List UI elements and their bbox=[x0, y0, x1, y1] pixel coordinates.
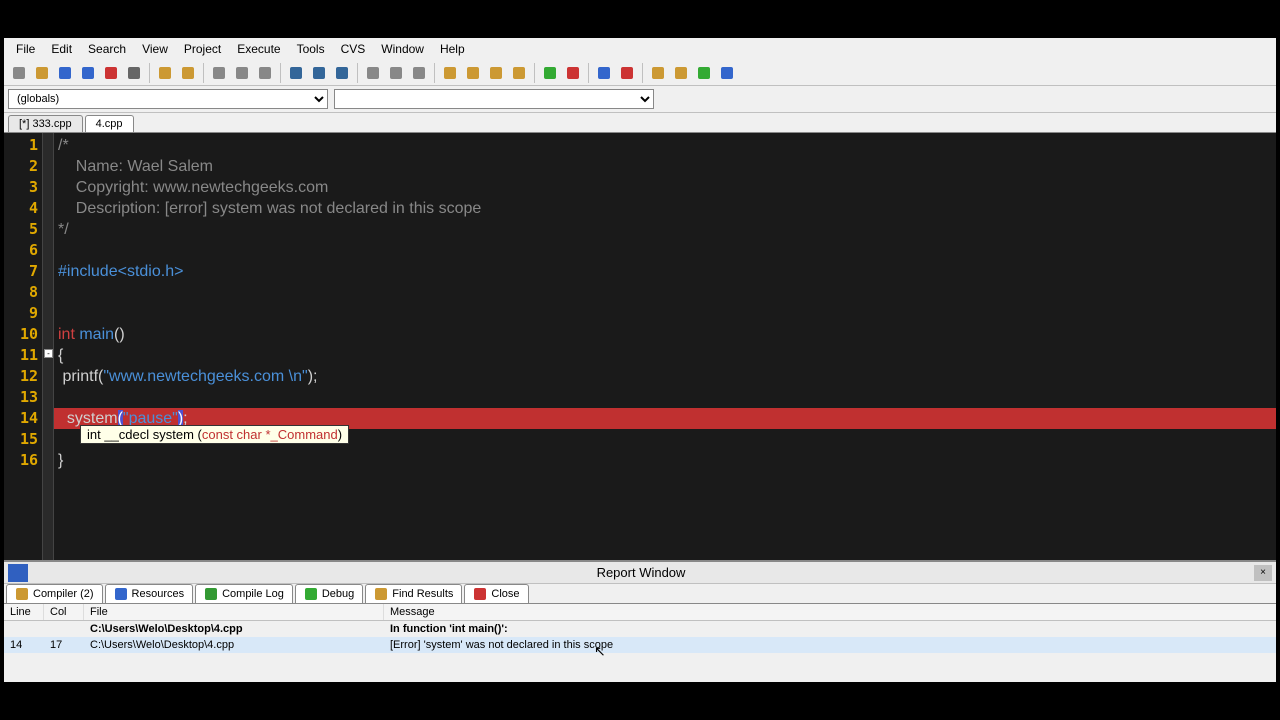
outdent-icon[interactable] bbox=[308, 62, 330, 84]
code-line[interactable]: printf("www.newtechgeeks.com \n"); bbox=[54, 366, 1276, 387]
resources-icon bbox=[114, 587, 128, 601]
menu-search[interactable]: Search bbox=[80, 40, 134, 58]
indent-icon[interactable] bbox=[285, 62, 307, 84]
report-tab-compile-log[interactable]: Compile Log bbox=[195, 584, 293, 603]
grid-4-icon[interactable] bbox=[439, 62, 461, 84]
intellisense-tooltip: int __cdecl system (const char *_Command… bbox=[80, 425, 349, 444]
report-tab-label: Close bbox=[491, 588, 519, 600]
report-tab-label: Find Results bbox=[392, 588, 453, 600]
report-tab-label: Debug bbox=[322, 588, 354, 600]
split-h-icon[interactable] bbox=[462, 62, 484, 84]
col-header-file[interactable]: File bbox=[84, 604, 384, 620]
code-line[interactable]: Description: [error] system was not decl… bbox=[54, 198, 1276, 219]
stop-icon[interactable] bbox=[408, 62, 430, 84]
code-line[interactable] bbox=[54, 387, 1276, 408]
report-tab-find-results[interactable]: Find Results bbox=[365, 584, 462, 603]
report-row[interactable]: C:\Users\Welo\Desktop\4.cppIn function '… bbox=[4, 621, 1276, 637]
file-tab[interactable]: [*] 333.cpp bbox=[8, 115, 83, 132]
report-tab-label: Compile Log bbox=[222, 588, 284, 600]
save-icon[interactable] bbox=[54, 62, 76, 84]
report-tab-resources[interactable]: Resources bbox=[105, 584, 194, 603]
goto-1-icon[interactable] bbox=[647, 62, 669, 84]
report-titlebar: Report Window × bbox=[4, 562, 1276, 584]
forward-icon[interactable] bbox=[385, 62, 407, 84]
code-line[interactable]: } bbox=[54, 450, 1276, 471]
line-number-gutter: 12345678910111213141516 bbox=[4, 133, 42, 560]
code-line[interactable] bbox=[54, 303, 1276, 324]
find-results-icon bbox=[374, 587, 388, 601]
menu-window[interactable]: Window bbox=[373, 40, 432, 58]
new-file-icon[interactable] bbox=[8, 62, 30, 84]
goto-2-icon[interactable] bbox=[670, 62, 692, 84]
split-2x2-icon[interactable] bbox=[485, 62, 507, 84]
close-icon bbox=[473, 587, 487, 601]
report-window-title: Report Window bbox=[28, 565, 1254, 580]
file-tab-bar: [*] 333.cpp4.cpp bbox=[4, 113, 1276, 133]
close-icon[interactable]: × bbox=[1254, 565, 1272, 581]
scope-combo[interactable]: (globals) bbox=[8, 89, 328, 109]
code-line[interactable]: { bbox=[54, 345, 1276, 366]
report-rows: C:\Users\Welo\Desktop\4.cppIn function '… bbox=[4, 621, 1276, 653]
open-file-icon[interactable] bbox=[31, 62, 53, 84]
report-tab-close[interactable]: Close bbox=[464, 584, 528, 603]
ide-window: FileEditSearchViewProjectExecuteToolsCVS… bbox=[4, 38, 1276, 682]
code-line[interactable] bbox=[54, 240, 1276, 261]
code-area[interactable]: /* Name: Wael Salem Copyright: www.newte… bbox=[54, 133, 1276, 560]
fold-column[interactable]: - bbox=[42, 133, 54, 560]
find-icon[interactable] bbox=[208, 62, 230, 84]
compile-icon[interactable] bbox=[539, 62, 561, 84]
replace-icon[interactable] bbox=[231, 62, 253, 84]
code-line[interactable]: Copyright: www.newtechgeeks.com bbox=[54, 177, 1276, 198]
scope-selector-bar: (globals) bbox=[4, 86, 1276, 113]
menu-project[interactable]: Project bbox=[176, 40, 229, 58]
report-tab-bar: Compiler (2) Resources Compile Log Debug Fin… bbox=[4, 584, 1276, 604]
save-all-icon[interactable] bbox=[77, 62, 99, 84]
code-line[interactable]: int main() bbox=[54, 324, 1276, 345]
split-v-icon[interactable] bbox=[508, 62, 530, 84]
debug-start-icon[interactable] bbox=[593, 62, 615, 84]
find-in-files-icon[interactable] bbox=[254, 62, 276, 84]
code-line[interactable] bbox=[54, 282, 1276, 303]
debug-icon bbox=[304, 587, 318, 601]
menu-bar: FileEditSearchViewProjectExecuteToolsCVS… bbox=[4, 38, 1276, 60]
undo-icon[interactable] bbox=[154, 62, 176, 84]
menu-tools[interactable]: Tools bbox=[289, 40, 333, 58]
menu-help[interactable]: Help bbox=[432, 40, 473, 58]
debug-stop-icon[interactable] bbox=[616, 62, 638, 84]
report-row[interactable]: 1417C:\Users\Welo\Desktop\4.cpp[Error] '… bbox=[4, 637, 1276, 653]
col-header-line[interactable]: Line bbox=[4, 604, 44, 620]
report-table-header: Line Col File Message bbox=[4, 604, 1276, 621]
code-editor[interactable]: 12345678910111213141516 - /* Name: Wael … bbox=[4, 133, 1276, 560]
menu-view[interactable]: View bbox=[134, 40, 176, 58]
report-tab-label: Compiler (2) bbox=[33, 588, 94, 600]
report-tab-label: Resources bbox=[132, 588, 185, 600]
menu-execute[interactable]: Execute bbox=[229, 40, 288, 58]
redo-icon[interactable] bbox=[177, 62, 199, 84]
col-header-col[interactable]: Col bbox=[44, 604, 84, 620]
code-line[interactable]: /* bbox=[54, 135, 1276, 156]
symbol-combo[interactable] bbox=[334, 89, 654, 109]
col-header-msg[interactable]: Message bbox=[384, 604, 1276, 620]
code-line[interactable]: */ bbox=[54, 219, 1276, 240]
file-tab[interactable]: 4.cpp bbox=[85, 115, 134, 132]
compiler-icon bbox=[15, 587, 29, 601]
menu-cvs[interactable]: CVS bbox=[333, 40, 374, 58]
back-icon[interactable] bbox=[362, 62, 384, 84]
console-icon[interactable] bbox=[716, 62, 738, 84]
report-tab-compiler[interactable]: Compiler (2) bbox=[6, 584, 103, 603]
code-line[interactable]: Name: Wael Salem bbox=[54, 156, 1276, 177]
run-icon[interactable] bbox=[693, 62, 715, 84]
print-icon[interactable] bbox=[123, 62, 145, 84]
code-line[interactable]: #include<stdio.h> bbox=[54, 261, 1276, 282]
bookmark-icon[interactable] bbox=[331, 62, 353, 84]
report-window: Report Window × Compiler (2)ResourcesCom… bbox=[4, 560, 1276, 682]
save-as-icon[interactable] bbox=[100, 62, 122, 84]
report-window-icon bbox=[8, 564, 28, 582]
compile-log-icon bbox=[204, 587, 218, 601]
cancel-compile-icon[interactable] bbox=[562, 62, 584, 84]
menu-file[interactable]: File bbox=[8, 40, 43, 58]
menu-edit[interactable]: Edit bbox=[43, 40, 80, 58]
report-tab-debug[interactable]: Debug bbox=[295, 584, 363, 603]
main-toolbar bbox=[4, 60, 1276, 86]
